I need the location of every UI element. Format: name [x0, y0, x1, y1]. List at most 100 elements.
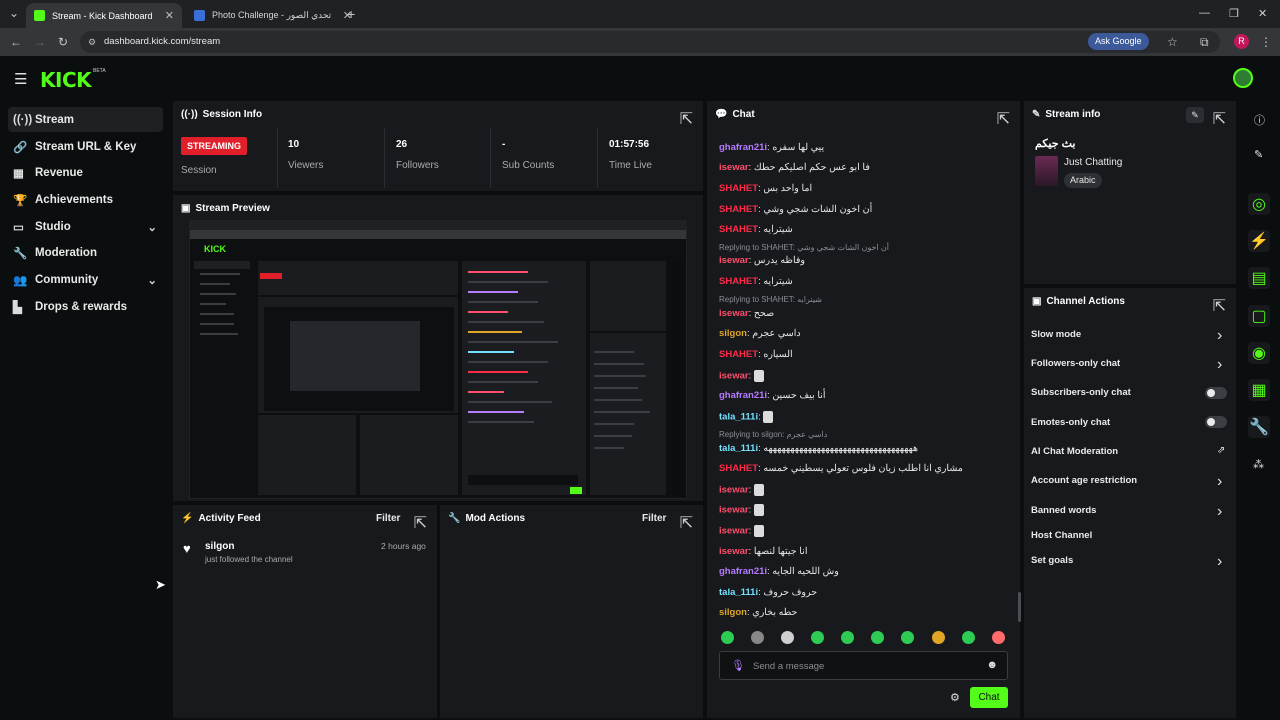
emoji-picker-icon[interactable]: ☻: [986, 659, 998, 671]
url-field[interactable]: ⚙ dashboard.kick.com/stream: [80, 31, 1220, 53]
chat-username[interactable]: SHAHET: [719, 276, 758, 287]
emote-icon[interactable]: [901, 631, 914, 644]
account-age-action[interactable]: Account age restriction: [1031, 475, 1137, 486]
chevron-right-icon[interactable]: ›: [1217, 327, 1222, 345]
chat-input[interactable]: 🎙 Send a message ☻: [719, 651, 1008, 680]
user-avatar[interactable]: [1233, 68, 1253, 88]
chat-username[interactable]: ghafran21i: [719, 142, 767, 153]
subscribers-only-toggle[interactable]: [1205, 387, 1227, 399]
chat-username[interactable]: SHAHET: [719, 224, 758, 235]
chat-username[interactable]: tala_111i: [719, 587, 758, 598]
popout-icon[interactable]: ⇱: [1213, 109, 1226, 129]
edit-stream-info-icon[interactable]: ✎: [1186, 107, 1204, 123]
chat-message[interactable]: ghafran21i: وش اللحيه الجايه: [719, 566, 839, 577]
back-icon[interactable]: ←: [10, 35, 22, 49]
followers-only-action[interactable]: Followers-only chat: [1031, 358, 1120, 369]
category-name[interactable]: Just Chatting: [1064, 157, 1122, 168]
chat-username[interactable]: isewar: [719, 485, 749, 496]
chevron-right-icon[interactable]: ›: [1217, 356, 1222, 374]
chat-message[interactable]: isewar: فا ابو عس حكم اصليكم حطك: [719, 162, 870, 173]
emote-icon[interactable]: [871, 631, 884, 644]
host-channel-action[interactable]: Host Channel: [1031, 530, 1092, 541]
tab-search-icon[interactable]: ⌄: [9, 6, 19, 20]
new-tab-icon[interactable]: +: [347, 6, 355, 22]
chevron-right-icon[interactable]: ›: [1217, 473, 1222, 491]
emote-icon[interactable]: [841, 631, 854, 644]
chat-message[interactable]: isewar:: [719, 370, 764, 382]
popout-icon[interactable]: ⇱: [1213, 296, 1226, 316]
chat-username[interactable]: isewar: [719, 255, 749, 266]
chat-username[interactable]: silgon: [719, 607, 747, 618]
microphone-icon[interactable]: 🎙: [731, 659, 745, 672]
chat-message[interactable]: isewar:: [719, 525, 764, 537]
sidebar-item-studio[interactable]: ▭ Studio ⌄: [8, 214, 163, 239]
activity-filter-button[interactable]: Filter: [376, 513, 400, 524]
edit-icon[interactable]: ✎: [1254, 148, 1263, 161]
chat-username[interactable]: ghafran21i: [719, 390, 767, 401]
popout-icon[interactable]: ⇱: [414, 513, 427, 533]
chat-username[interactable]: tala_111i: [719, 443, 758, 454]
info-icon[interactable]: ⓘ: [1254, 112, 1265, 128]
chat-message[interactable]: tala_111i:: [719, 411, 774, 423]
chat-username[interactable]: SHAHET: [719, 349, 758, 360]
chevron-down-icon[interactable]: ⌄: [147, 220, 157, 234]
sidebar-item-revenue[interactable]: ▦ Revenue: [8, 160, 163, 185]
rail-bolt-icon[interactable]: ⚡: [1248, 230, 1270, 252]
site-info-icon[interactable]: ⚙: [88, 31, 96, 53]
external-link-icon[interactable]: ⇗: [1217, 445, 1225, 456]
chat-message[interactable]: isewar:: [719, 504, 764, 516]
extensions-icon[interactable]: ⧉: [1200, 35, 1209, 50]
chat-message[interactable]: SHAHET: السياره: [719, 349, 793, 360]
emote-icon[interactable]: [992, 631, 1005, 644]
emote-icon[interactable]: [932, 631, 945, 644]
emotes-only-toggle[interactable]: [1205, 416, 1227, 428]
banned-words-action[interactable]: Banned words: [1031, 505, 1096, 516]
sidebar-item-achievements[interactable]: 🏆 Achievements: [8, 187, 163, 212]
sidebar-item-moderation[interactable]: 🔧 Moderation: [8, 240, 163, 265]
browser-tab-kick[interactable]: Stream - Kick Dashboard ✕: [26, 3, 182, 28]
chat-username[interactable]: ghafran21i: [719, 566, 767, 577]
chat-message[interactable]: ghafran21i: ييي لها سفره: [719, 142, 824, 153]
chat-username[interactable]: isewar: [719, 308, 749, 319]
popout-icon[interactable]: ⇱: [997, 109, 1010, 129]
kick-logo[interactable]: KICK: [40, 68, 92, 92]
chat-message[interactable]: isewar: وفاظه يدرس: [719, 255, 805, 266]
popout-icon[interactable]: ⇱: [680, 513, 693, 533]
chat-message[interactable]: isewar:: [719, 484, 764, 496]
emote-icon[interactable]: [751, 631, 764, 644]
rail-wrench-icon[interactable]: 🔧: [1248, 416, 1270, 438]
browser-tab-photo[interactable]: Photo Challenge - تحدي الصور ✕: [186, 3, 360, 28]
chat-message[interactable]: SHAHET: شيترايه: [719, 276, 793, 287]
chat-message[interactable]: silgon: داسي عجرم: [719, 328, 801, 339]
chat-send-button[interactable]: Chat: [970, 687, 1008, 708]
sidebar-item-stream[interactable]: ((·)) Stream: [8, 107, 163, 132]
maximize-icon[interactable]: ❐: [1229, 7, 1239, 20]
chevron-right-icon[interactable]: ›: [1217, 503, 1222, 521]
chat-message[interactable]: SHAHET: مشاري انا اطلب زيان فلوس تعولي ي…: [719, 463, 963, 474]
rail-target-icon[interactable]: ◎: [1248, 193, 1270, 215]
chat-message[interactable]: SHAHET: شيترايه: [719, 224, 793, 235]
sidebar-item-stream-url-key[interactable]: 🔗 Stream URL & Key: [8, 134, 163, 159]
minimize-icon[interactable]: —: [1199, 7, 1210, 19]
chat-settings-gear-icon[interactable]: ⚙: [950, 691, 960, 704]
chat-username[interactable]: isewar: [719, 162, 749, 173]
chevron-down-icon[interactable]: ⌄: [147, 273, 157, 287]
stream-preview-video[interactable]: KICK: [189, 220, 687, 499]
chat-username[interactable]: SHAHET: [719, 183, 758, 194]
chat-message[interactable]: isewar: انا جيتها لنصها: [719, 546, 807, 557]
emote-icon[interactable]: [781, 631, 794, 644]
chat-message[interactable]: silgon: حطه بخاري: [719, 607, 797, 618]
chat-username[interactable]: isewar: [719, 546, 749, 557]
popout-icon[interactable]: ⇱: [680, 109, 693, 129]
chat-username[interactable]: silgon: [719, 328, 747, 339]
chevron-right-icon[interactable]: ›: [1217, 553, 1222, 571]
close-window-icon[interactable]: ✕: [1258, 7, 1267, 20]
rail-broadcast-icon[interactable]: ◉: [1248, 342, 1270, 364]
rail-chat-icon[interactable]: ▢: [1248, 305, 1270, 327]
set-goals-action[interactable]: Set goals: [1031, 555, 1073, 566]
emote-icon[interactable]: [962, 631, 975, 644]
chat-username[interactable]: isewar: [719, 371, 749, 382]
chat-message[interactable]: SHAHET: أن اخون الشات شجي وشي: [719, 204, 872, 215]
browser-menu-icon[interactable]: ⋮: [1260, 35, 1272, 49]
rail-document-icon[interactable]: ▤: [1248, 267, 1270, 289]
